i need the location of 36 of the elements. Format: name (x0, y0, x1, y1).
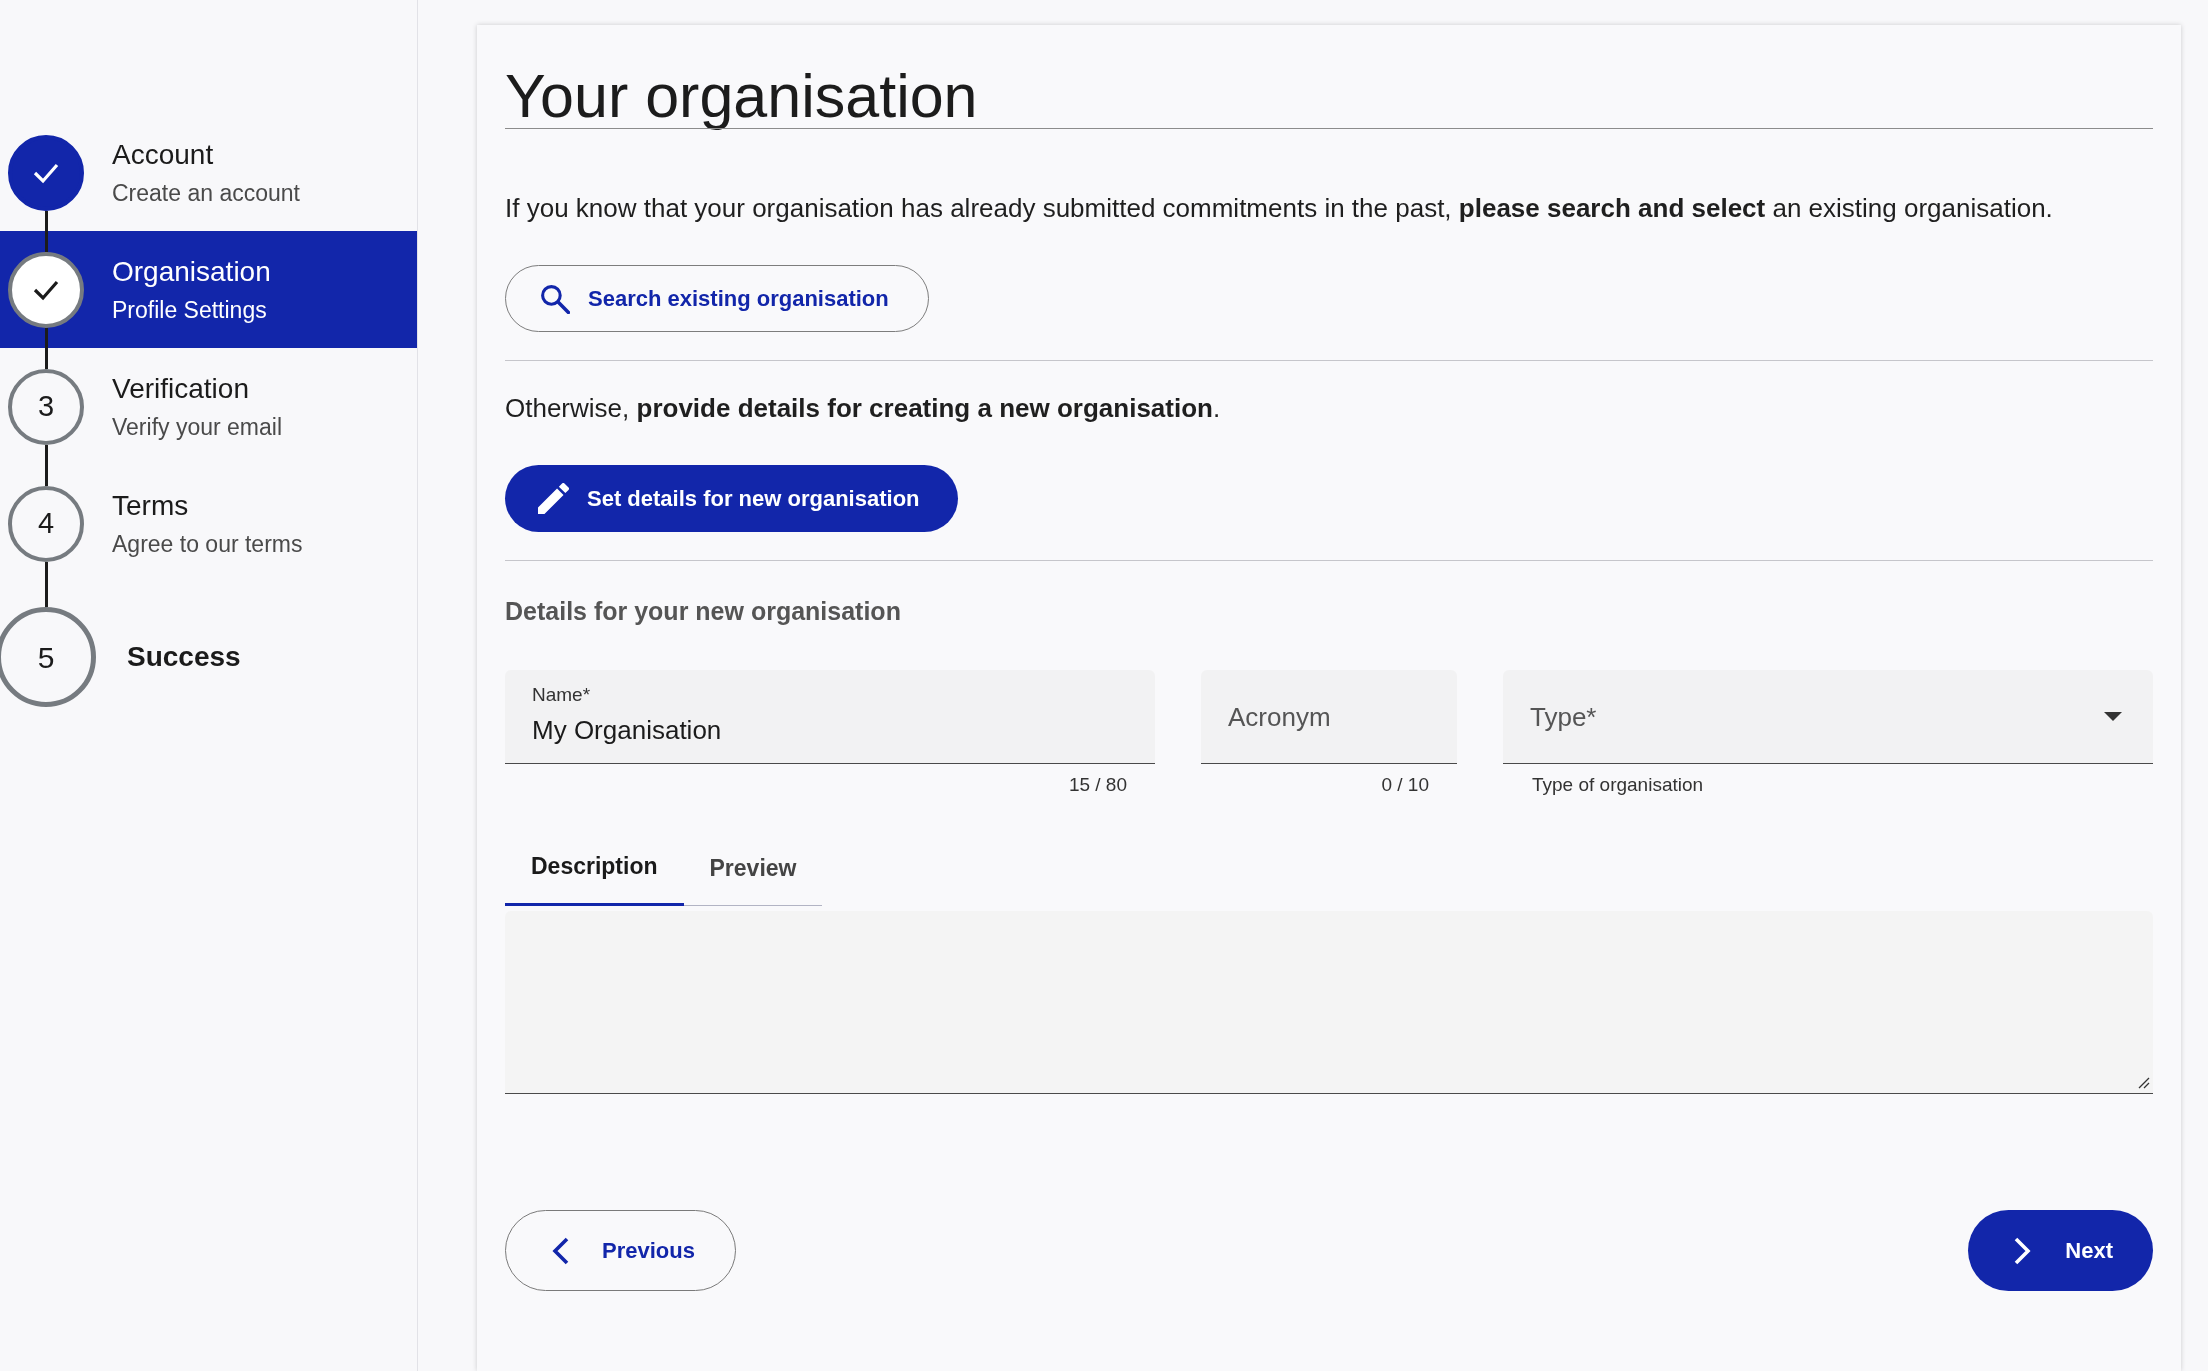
next-button[interactable]: Next (1968, 1210, 2153, 1291)
stepper-step[interactable]: Account Create an account (0, 114, 417, 231)
step-subtitle: Verify your email (112, 412, 282, 442)
chevron-left-icon (550, 1236, 570, 1265)
intro-text: Otherwise, provide details for creating a new organisation. (505, 392, 1222, 425)
set-details-button[interactable]: Set details for new organisation (505, 465, 958, 532)
editor-tab[interactable]: Preview (683, 829, 823, 906)
character-counter: 0 / 10 (1381, 773, 1429, 797)
stepper-step[interactable]: 3 Verification Verify your email (0, 348, 417, 465)
step-title: Verification (112, 371, 250, 406)
field-hint: Type of organisation (1532, 773, 1704, 797)
editor-tab[interactable]: Description (505, 829, 684, 906)
pencil-icon (538, 483, 569, 514)
text-field[interactable]: Name* My Organisation (505, 670, 1155, 764)
stepper-step[interactable]: Organisation Profile Settings (0, 231, 417, 348)
step-title: Account (112, 137, 215, 172)
stepper-step[interactable]: 4 Terms Agree to our terms (0, 465, 417, 582)
select-field[interactable]: Type* (1503, 670, 2153, 764)
resize-handle-icon (2138, 1077, 2150, 1089)
step-subtitle: Agree to our terms (112, 529, 303, 559)
step-number: 3 (8, 368, 84, 445)
section-heading: Details for your new organisation (505, 596, 901, 627)
step-number: 4 (8, 485, 84, 562)
intro-text: If you know that your organisation has already submitted commitments in the past, please search and select an existing organisation. (505, 192, 2054, 225)
description-field[interactable] (505, 911, 2153, 1094)
step-title: Terms (112, 488, 190, 523)
dropdown-caret-icon (2104, 712, 2122, 721)
step-subtitle: Profile Settings (112, 295, 268, 325)
search-icon (539, 283, 570, 314)
stepper-step[interactable]: 5 Success (0, 582, 417, 732)
character-counter: 15 / 80 (1068, 773, 1127, 797)
step-title: Organisation (112, 254, 271, 289)
step-subtitle: Create an account (112, 178, 300, 208)
step-number: 5 (0, 607, 96, 707)
text-field[interactable]: Acronym (1201, 670, 1457, 764)
step-title: Success (127, 640, 241, 674)
